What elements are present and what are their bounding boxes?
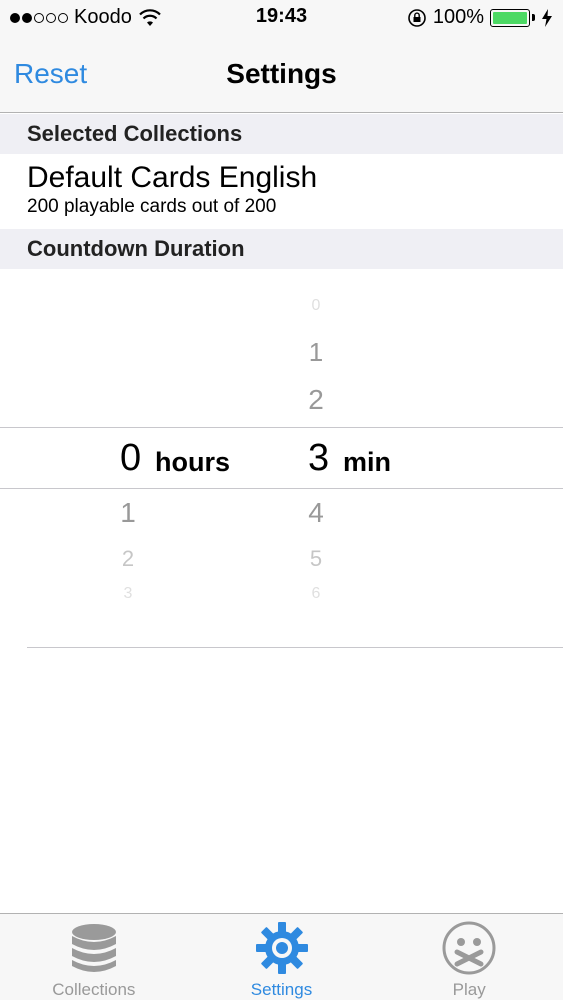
picker-minutes-above-option[interactable]: 0 [296, 297, 336, 315]
gear-icon [255, 922, 308, 974]
tab-label: Settings [250, 980, 313, 999]
picker-minutes-selected[interactable]: 3 [308, 437, 329, 480]
navigation-bar: Reset Settings [0, 36, 563, 113]
picker-selection-top-line [0, 427, 563, 428]
collection-detail: 200 playable cards out of 200 [27, 196, 277, 217]
tab-play[interactable]: Play [375, 914, 563, 1000]
collection-name: Default Cards English [27, 161, 318, 194]
picker-selection-bottom-line [0, 488, 563, 489]
picker-hours-below-option[interactable]: 3 [108, 585, 148, 603]
status-right: 100% [407, 6, 553, 29]
tab-collections[interactable]: Collections [0, 914, 188, 1000]
battery-percent: 100% [432, 6, 484, 28]
status-bar: Koodo 19:43 100% [0, 0, 563, 36]
countdown-picker[interactable]: 0 1 2 0 hours 3 min 1 2 3 4 5 6 [0, 269, 563, 647]
tab-settings[interactable]: Settings [188, 914, 376, 1000]
battery-icon [490, 8, 535, 27]
picker-minutes-above-option[interactable]: 2 [296, 384, 336, 416]
battery-fill [493, 11, 527, 24]
picker-hours-below-option[interactable]: 2 [108, 546, 148, 572]
collection-row[interactable]: Default Cards English 200 playable cards… [0, 154, 563, 229]
picker-bottom-divider [27, 647, 563, 648]
picker-hours-unit: hours [155, 447, 231, 477]
muted-face-icon [442, 921, 496, 975]
charging-bolt-icon [542, 8, 552, 27]
tab-bar: Collections Settings Play [0, 913, 563, 1000]
page-title: Settings [226, 58, 337, 89]
selected-collections-header: Selected Collections [0, 114, 563, 154]
picker-minutes-below-option[interactable]: 4 [296, 497, 336, 529]
tab-label: Collections [52, 980, 136, 999]
rotation-lock-icon [408, 8, 426, 27]
database-icon [71, 924, 116, 972]
picker-minutes-below-option[interactable]: 5 [296, 546, 336, 572]
countdown-duration-header: Countdown Duration [0, 229, 563, 269]
tab-label: Play [452, 980, 486, 999]
picker-minutes-above-option[interactable]: 1 [296, 337, 336, 368]
picker-minutes-unit: min [343, 447, 392, 477]
picker-hours-selected[interactable]: 0 [120, 437, 141, 480]
picker-minutes-below-option[interactable]: 6 [296, 585, 336, 603]
picker-hours-below-option[interactable]: 1 [108, 497, 148, 529]
